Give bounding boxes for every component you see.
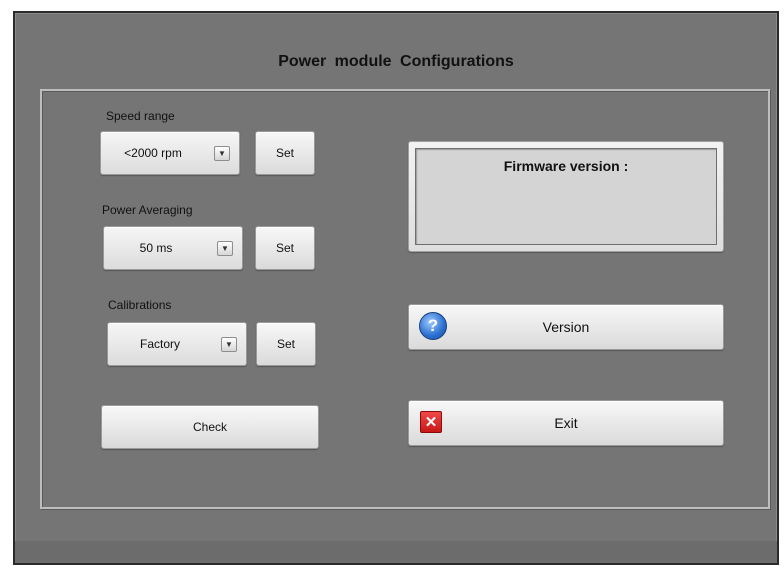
firmware-version-field: Firmware version :: [415, 148, 717, 245]
speed-range-set-button[interactable]: Set: [255, 131, 315, 175]
calibrations-value: Factory: [139, 337, 180, 351]
check-button[interactable]: Check: [101, 405, 319, 449]
version-button[interactable]: ? Version: [408, 304, 724, 350]
exit-button-label: Exit: [554, 415, 578, 431]
window-title: Power module Configurations: [278, 53, 514, 70]
power-module-config-window: Power module Configurations Speed range …: [13, 11, 779, 565]
power-averaging-dropdown[interactable]: 50 ms ▼: [103, 226, 243, 270]
firmware-version-label: Firmware version :: [503, 158, 629, 174]
version-button-label: Version: [542, 319, 590, 335]
calibrations-label: Calibrations: [108, 298, 172, 312]
calibrations-dropdown[interactable]: Factory ▼: [107, 322, 247, 366]
power-averaging-set-button[interactable]: Set: [255, 226, 315, 270]
chevron-down-icon[interactable]: ▼: [221, 337, 237, 352]
chevron-down-icon[interactable]: ▼: [217, 241, 233, 256]
power-averaging-label: Power Averaging: [102, 203, 193, 217]
calibrations-set-button[interactable]: Set: [256, 322, 316, 366]
speed-range-label: Speed range: [106, 109, 175, 123]
bottom-status-strip: [15, 541, 777, 563]
firmware-version-display: Firmware version :: [408, 141, 724, 252]
speed-range-value: <2000 rpm: [124, 146, 182, 160]
exit-button[interactable]: ✕ Exit: [408, 400, 724, 446]
config-panel: Speed range <2000 rpm ▼ Set Power Averag…: [40, 89, 770, 509]
chevron-down-icon[interactable]: ▼: [214, 146, 230, 161]
power-averaging-value: 50 ms: [139, 241, 173, 255]
speed-range-dropdown[interactable]: <2000 rpm ▼: [100, 131, 240, 175]
